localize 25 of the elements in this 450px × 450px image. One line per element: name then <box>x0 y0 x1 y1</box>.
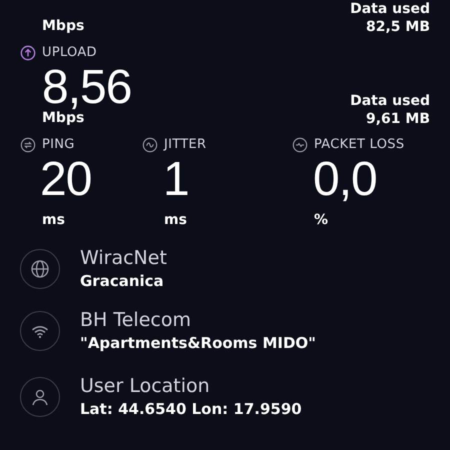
packet-loss-icon <box>292 137 308 153</box>
upload-label: UPLOAD <box>42 44 97 62</box>
ping-icon <box>20 137 36 153</box>
data-used-label: Data used <box>350 92 430 110</box>
jitter-icon <box>142 137 158 153</box>
provider-title: WiracNet <box>80 246 167 270</box>
metric-value: 20 <box>39 154 92 206</box>
provider-title: User Location <box>80 374 211 398</box>
provider-detail: Lat: 44.6540 Lon: 17.9590 <box>80 399 302 420</box>
speed-unit: Mbps <box>42 17 84 36</box>
provider-detail: "Apartments&Rooms MIDO" <box>80 333 316 354</box>
metric-label: PACKET LOSS <box>314 136 404 154</box>
metric-value: 0,0 <box>312 154 377 206</box>
metric-label: PING <box>42 136 75 154</box>
provider-title: BH Telecom <box>80 308 192 332</box>
data-used-label: Data used <box>350 0 430 18</box>
metric-label: JITTER <box>164 136 206 154</box>
metric-unit: ms <box>41 211 66 230</box>
metric-unit: ms <box>163 211 188 230</box>
upload-icon <box>20 45 36 61</box>
metric-unit: % <box>313 211 330 230</box>
data-used-value: 82,5 MB <box>364 18 430 36</box>
data-used-value: 9,61 MB <box>364 110 430 128</box>
metric-value: 1 <box>162 154 189 206</box>
provider-detail: Gracanica <box>80 271 165 292</box>
